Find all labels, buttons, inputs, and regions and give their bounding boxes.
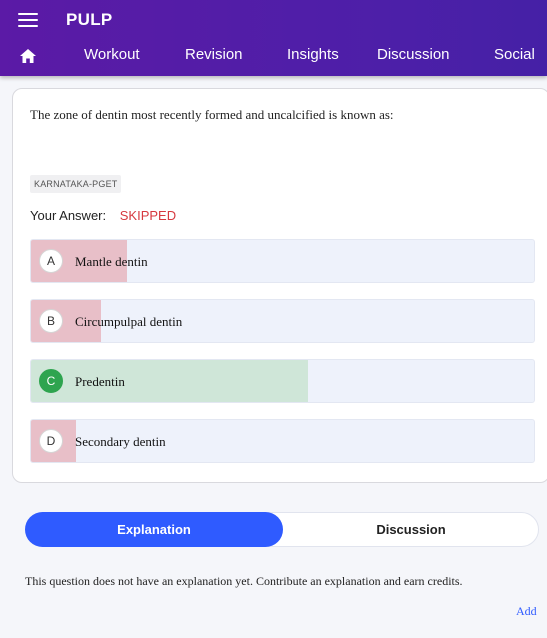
tab-revision[interactable]: Revision [185, 46, 243, 63]
no-explanation-message: This question does not have an explanati… [25, 574, 463, 588]
option-b-text: Circumpulpal dentin [75, 314, 183, 329]
explanation-discussion-toggle: Explanation Discussion [25, 512, 539, 547]
tab-discussion-panel[interactable]: Discussion [283, 512, 539, 547]
option-d-letter: D [39, 429, 63, 453]
option-a[interactable]: A Mantle dentin [30, 239, 535, 283]
option-c-share-bar [31, 360, 308, 402]
tab-discussion[interactable]: Discussion [377, 46, 450, 63]
your-answer: Your Answer: SKIPPED [30, 208, 176, 223]
option-c-letter: C [39, 369, 63, 393]
tab-explanation[interactable]: Explanation [25, 512, 283, 547]
option-d[interactable]: D Secondary dentin [30, 419, 535, 463]
option-d-text: Secondary dentin [75, 434, 166, 449]
nav-tabs: Workout Revision Insights Discussion Soc… [0, 46, 547, 66]
your-answer-label: Your Answer: [30, 208, 107, 223]
option-c-text: Predentin [75, 374, 125, 389]
tab-social[interactable]: Social [494, 46, 535, 63]
question-card: The zone of dentin most recently formed … [12, 88, 547, 483]
exam-tag: KARNATAKA-PGET [30, 175, 122, 193]
option-a-letter: A [39, 249, 63, 273]
option-a-text: Mantle dentin [75, 254, 148, 269]
option-b-letter: B [39, 309, 63, 333]
tab-insights[interactable]: Insights [287, 46, 339, 63]
tab-workout[interactable]: Workout [84, 46, 140, 63]
add-explanation-link[interactable]: Add [516, 604, 537, 619]
option-c[interactable]: C Predentin [30, 359, 535, 403]
hamburger-menu-icon[interactable] [18, 12, 38, 28]
option-b[interactable]: B Circumpulpal dentin [30, 299, 535, 343]
question-text: The zone of dentin most recently formed … [30, 107, 394, 122]
home-icon[interactable] [20, 49, 36, 63]
app-title: PULP [66, 10, 113, 29]
app-bar: PULP Workout Revision Insights Discussio… [0, 0, 547, 76]
your-answer-value: SKIPPED [119, 208, 177, 223]
